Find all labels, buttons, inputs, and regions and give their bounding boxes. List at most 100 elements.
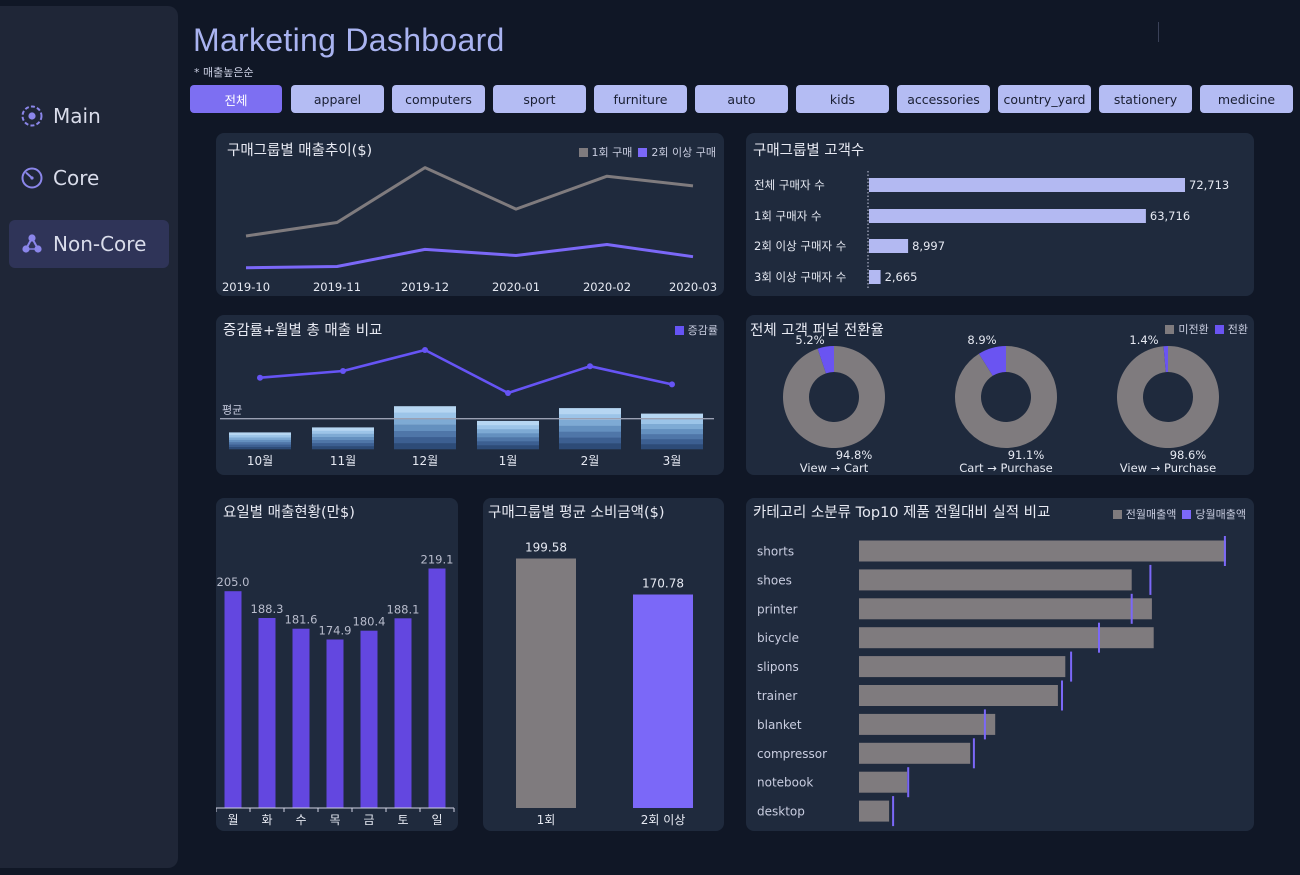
filter-furniture[interactable]: furniture	[594, 85, 687, 113]
customer-bar	[869, 270, 881, 284]
x-tick-label: 3월	[663, 454, 682, 468]
total-sales-bar-segment	[394, 436, 456, 444]
nav-label-main: Main	[53, 104, 101, 128]
weekday-bar	[360, 630, 378, 808]
x-tick-label: 12월	[412, 454, 438, 468]
target-icon	[19, 103, 45, 129]
data-label: 205.0	[217, 575, 250, 589]
donut-segment-not-converted	[955, 346, 1057, 448]
filter-all[interactable]: 전체	[190, 85, 282, 113]
sidebar: Main Core Non-Core	[0, 6, 178, 868]
filter-kids[interactable]: kids	[796, 85, 889, 113]
total-sales-bar-segment	[229, 434, 291, 438]
total-sales-bar-segment	[477, 445, 539, 450]
funnel-chart: 5.2% 94.8%View → Cart 8.9% 91.1%Cart → Purc…	[783, 333, 1219, 475]
filter-country-yard[interactable]: country_yard	[998, 85, 1091, 113]
page-subtitle: * 매출높은순	[194, 66, 254, 79]
series-line-2	[245, 243, 694, 270]
x-tick-label: 2020-01	[492, 280, 540, 294]
total-sales-bar-segment	[477, 429, 539, 434]
total-sales-bar-segment	[477, 424, 539, 430]
x-tick-label: 2회 이상	[641, 813, 686, 827]
filter-sport[interactable]: sport	[493, 85, 586, 113]
data-label: 63,716	[1150, 209, 1190, 223]
filter-apparel[interactable]: apparel	[291, 85, 384, 113]
filter-computers[interactable]: computers	[392, 85, 485, 113]
previous-month-bar	[859, 598, 1152, 620]
total-sales-bar-segment	[229, 446, 291, 450]
growth-rate-point	[340, 368, 346, 374]
total-sales-bar-segment	[477, 441, 539, 446]
total-sales-bar-segment	[394, 430, 456, 438]
weekday-bar	[326, 639, 344, 808]
growth-chart: 10월 11월 12월 1월 2월 3월 평균	[220, 347, 714, 468]
data-label: 8,997	[912, 239, 945, 253]
total-sales-bar-segment	[394, 418, 456, 425]
growth-rate-point	[587, 363, 593, 370]
donut-caption: View → Purchase	[1120, 461, 1216, 475]
filter-stationery[interactable]: stationery	[1099, 85, 1192, 113]
customer-bar	[869, 209, 1146, 223]
total-sales-bar-segment	[312, 433, 374, 437]
weekday-bar	[292, 628, 310, 808]
total-sales-bar-segment	[394, 406, 456, 413]
total-sales-bar-segment	[229, 437, 291, 440]
avg-spend-bar	[516, 558, 576, 808]
filter-auto[interactable]: auto	[695, 85, 788, 113]
previous-month-bar	[859, 627, 1154, 649]
category-label: 3회 이상 구매자 수	[754, 270, 846, 284]
previous-month-bar	[859, 656, 1066, 678]
total-sales-bar-segment	[641, 443, 703, 450]
total-sales-bar-segment	[477, 420, 539, 426]
panel-growth: 증감률+월별 총 매출 비교 증감률 10월 11월 12월 1월 2월 3월 평균	[216, 315, 724, 475]
x-tick-label: 2019-12	[401, 280, 449, 294]
category-label: slipons	[757, 660, 799, 674]
x-tick-label: 목	[329, 813, 340, 827]
x-tick-label: 1월	[499, 454, 518, 468]
converted-label: 5.2%	[795, 333, 824, 347]
total-sales-bar-segment	[559, 437, 621, 444]
panel-top10: 카테고리 소분류 Top10 제품 전월대비 실적 비교 전월매출액 당월매출액…	[746, 498, 1254, 831]
category-label: 2회 이상 구매자 수	[754, 239, 846, 253]
donut-caption: View → Cart	[800, 461, 869, 475]
weekday-chart: 205.0 월 188.3 화 181.6 수 174.9 목 180.4 금 188.1 토 219.…	[216, 553, 455, 827]
x-tick-label: 2020-02	[583, 280, 631, 294]
total-sales-bar-segment	[641, 433, 703, 440]
category-label: desktop	[757, 805, 805, 819]
x-tick-label: 월	[227, 813, 238, 827]
total-sales-bar-segment	[229, 441, 291, 445]
category-label: printer	[757, 602, 798, 616]
previous-month-bar	[859, 713, 996, 735]
nav-item-main[interactable]: Main	[9, 92, 169, 140]
x-tick-label: 10월	[247, 454, 273, 468]
total-sales-bar-segment	[559, 419, 621, 426]
total-sales-bar-segment	[312, 436, 374, 440]
customer-bar	[869, 239, 909, 253]
not-converted-label: 91.1%	[1008, 448, 1045, 462]
total-sales-bar-segment	[229, 444, 291, 447]
x-tick-label: 2019-10	[222, 280, 270, 294]
category-label: notebook	[757, 776, 813, 790]
data-label: 174.9	[319, 624, 352, 638]
page-title: Marketing Dashboard	[193, 22, 505, 58]
weekday-bar	[394, 618, 412, 808]
gauge-icon	[19, 165, 45, 191]
total-sales-bar-segment	[229, 439, 291, 443]
growth-rate-point	[422, 347, 428, 353]
total-sales-bar-segment	[312, 430, 374, 434]
category-label: 1회 구매자 수	[754, 209, 822, 223]
toolbar-divider	[1158, 22, 1159, 42]
nav-item-core[interactable]: Core	[9, 154, 169, 202]
growth-rate-point	[505, 390, 511, 396]
total-sales-bar-segment	[641, 423, 703, 430]
previous-month-bar	[859, 685, 1058, 706]
category-label: blanket	[757, 718, 802, 732]
previous-month-bar	[859, 540, 1226, 562]
nav-item-non-core[interactable]: Non-Core	[9, 220, 169, 268]
network-icon	[19, 231, 45, 257]
filter-accessories[interactable]: accessories	[897, 85, 990, 113]
total-sales-bar-segment	[229, 432, 291, 436]
total-sales-bar-segment	[394, 424, 456, 431]
data-label: 170.78	[642, 577, 684, 591]
filter-medicine[interactable]: medicine	[1200, 85, 1293, 113]
